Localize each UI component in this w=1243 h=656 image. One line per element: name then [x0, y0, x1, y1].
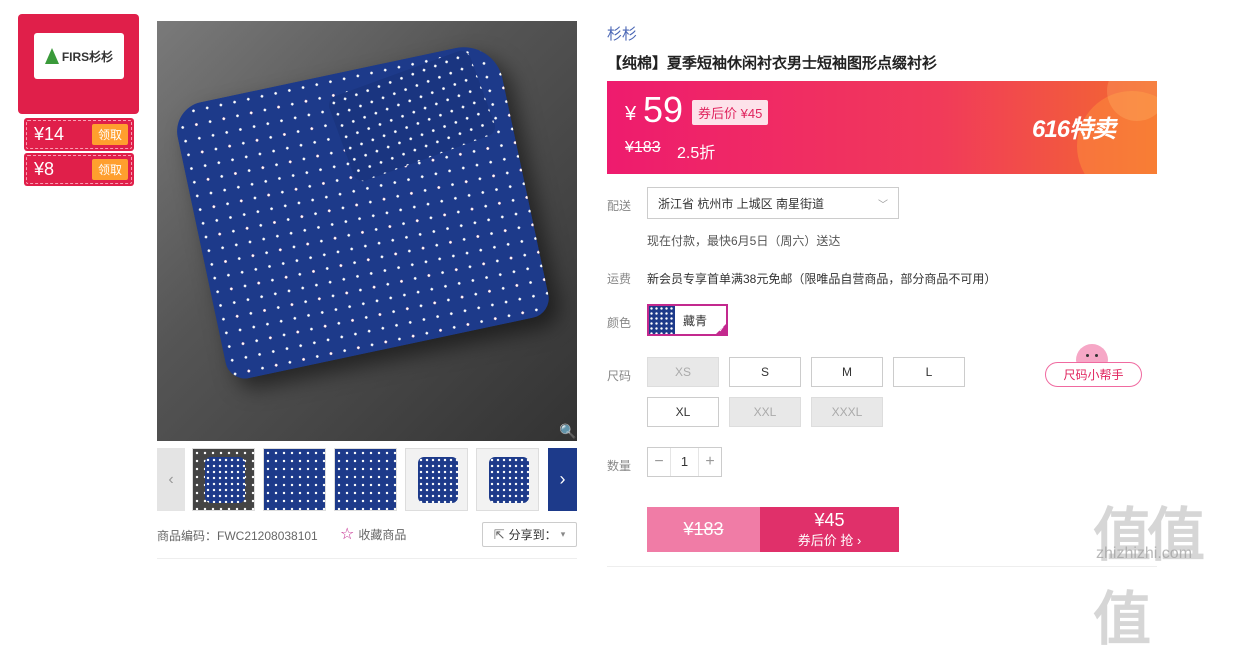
- chevron-down-icon: ﹀: [878, 199, 888, 211]
- size-option-xl[interactable]: XL: [647, 397, 719, 427]
- coupon-8[interactable]: ¥8 领取: [24, 153, 134, 186]
- product-title: 【纯棉】夏季短袖休闲衬衣男士短袖图形点缀衬衫: [607, 55, 938, 72]
- thumbnail[interactable]: [192, 448, 255, 511]
- discount-rate: 2.5折: [677, 145, 716, 162]
- size-option-xxxl[interactable]: XXXL: [811, 397, 883, 427]
- buy-price: ¥45: [814, 510, 845, 530]
- size-option-s[interactable]: S: [729, 357, 801, 387]
- watermark-url: zhizhizhi.com: [1096, 545, 1193, 562]
- brand-logo[interactable]: FIRS杉杉: [34, 33, 124, 79]
- size-option-xxl[interactable]: XXL: [729, 397, 801, 427]
- quantity-label: 数量: [607, 459, 632, 473]
- quantity-stepper[interactable]: − 1 +: [647, 447, 722, 477]
- check-icon: ✓: [718, 325, 725, 334]
- thumb-next-arrow[interactable]: ›: [548, 448, 577, 511]
- size-option-m[interactable]: M: [811, 357, 883, 387]
- thumbnail-shirt: [418, 457, 458, 503]
- address-select[interactable]: 浙江省 杭州市 上城区 南星街道 ﹀: [647, 187, 899, 219]
- size-option-xs[interactable]: XS: [647, 357, 719, 387]
- divider: [157, 558, 577, 559]
- quantity-minus-button[interactable]: −: [648, 448, 670, 476]
- thumbnail-shirt: [489, 457, 529, 503]
- promo-label: 616特卖: [1032, 116, 1116, 143]
- address-value: 浙江省 杭州市 上城区 南星街道: [658, 196, 825, 211]
- share-label: 分享到：: [508, 528, 557, 542]
- price-currency: ¥: [625, 103, 637, 125]
- thumbnail-shirt: [205, 457, 245, 503]
- divider: [607, 566, 1157, 567]
- shipping-text: 新会员专享首单满38元免邮（限唯品自营商品，部分商品不可用）: [647, 272, 997, 286]
- main-product-image[interactable]: 🔍: [157, 21, 577, 441]
- caret-down-icon: ▾: [560, 529, 566, 539]
- brand-link[interactable]: 杉杉: [607, 23, 637, 44]
- buy-now-button[interactable]: ¥45 券后价 抢 ›: [760, 507, 899, 552]
- after-coupon-badge: 券后价 ¥45: [692, 100, 769, 125]
- color-swatch: [649, 306, 675, 334]
- thumbnail[interactable]: [405, 448, 468, 511]
- buy-button-group[interactable]: ¥183 ¥45 券后价 抢 ›: [647, 507, 899, 552]
- price-value: 59: [643, 89, 684, 130]
- size-option-l[interactable]: L: [893, 357, 965, 387]
- brand-logo-text: FIRS杉杉: [61, 49, 114, 64]
- quantity-plus-button[interactable]: +: [699, 448, 721, 476]
- claim-coupon-button[interactable]: 领取: [91, 159, 128, 180]
- color-option-selected[interactable]: 藏青 ✓: [647, 304, 728, 336]
- product-code: 商品编码：FWC21208038101: [157, 529, 318, 543]
- claim-coupon-button[interactable]: 领取: [91, 124, 128, 145]
- price-panel: ¥ 59 券后价 ¥45 ¥183 2.5折 616特卖: [607, 81, 1157, 174]
- favorite-button[interactable]: ☆ 收藏商品: [340, 524, 406, 544]
- thumb-prev-arrow[interactable]: ‹: [157, 448, 185, 511]
- coupon-amount: ¥8: [34, 159, 55, 179]
- favorite-label: 收藏商品: [358, 527, 407, 542]
- quantity-input[interactable]: 1: [670, 448, 699, 476]
- watermark: 值值值: [1093, 503, 1205, 652]
- star-icon: ☆: [340, 526, 355, 543]
- color-name: 藏青: [683, 313, 708, 328]
- color-label: 颜色: [607, 316, 632, 330]
- buy-original-price: ¥183: [647, 507, 760, 552]
- shipping-label: 运费: [607, 272, 632, 286]
- share-icon: ⇱: [493, 526, 505, 542]
- original-price: ¥183: [625, 139, 661, 156]
- size-label: 尺码: [607, 369, 632, 383]
- buy-action-label: 券后价 抢 ›: [797, 533, 862, 548]
- tree-icon: [44, 48, 59, 64]
- coupon-14[interactable]: ¥14 领取: [24, 118, 134, 151]
- size-helper-button[interactable]: 尺码小帮手: [1045, 362, 1142, 387]
- mascot-eye: [1086, 354, 1089, 357]
- delivery-label: 配送: [607, 199, 632, 213]
- thumbnail[interactable]: [334, 448, 397, 511]
- zoom-icon[interactable]: 🔍: [559, 423, 576, 440]
- share-button[interactable]: ⇱ 分享到： ▾: [482, 522, 577, 547]
- thumbnail[interactable]: [476, 448, 539, 511]
- coupon-amount: ¥14: [34, 124, 65, 144]
- delivery-eta: 现在付款，最快6月5日（周六）送达: [647, 234, 841, 248]
- mascot-eye: [1095, 354, 1098, 357]
- thumbnail[interactable]: [263, 448, 326, 511]
